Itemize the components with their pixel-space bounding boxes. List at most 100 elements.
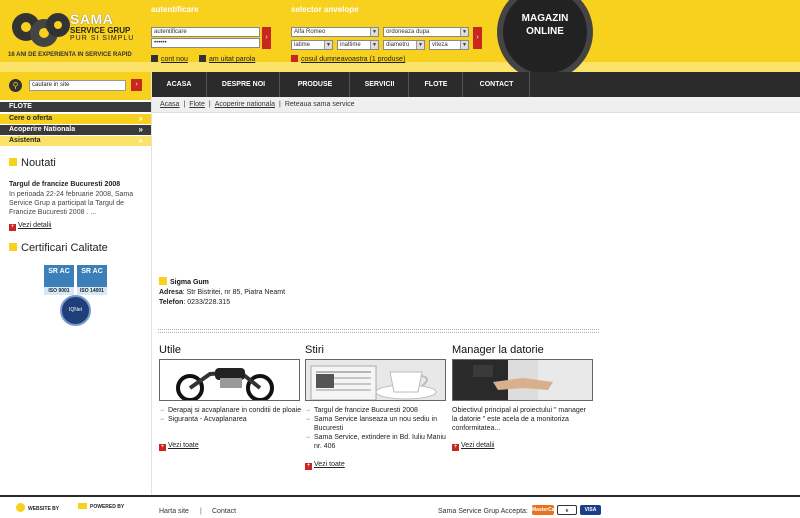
tab-flote[interactable]: FLOTE	[410, 72, 463, 97]
arrow-right-icon: ›	[476, 34, 479, 41]
iqnet-badge: IQNet	[60, 295, 91, 326]
news-details-link[interactable]: + Vezi detalii	[9, 222, 51, 231]
utile-more-link[interactable]: + Vezi toate	[159, 442, 199, 451]
cart-icon	[291, 55, 298, 62]
password-field[interactable]: ••••••	[151, 38, 260, 48]
breadcrumb-current: Reteaua sama service	[284, 101, 355, 108]
utile-title: Utile	[159, 344, 182, 356]
iso-9001-badge: SR AC ISO 9001	[44, 265, 74, 295]
list-item[interactable]: Sama Service, extindere in Bd. Iuliu Man…	[305, 433, 450, 451]
sidebar-heading-flote: FLOTE	[0, 102, 151, 112]
chevron-right-icon: »	[138, 114, 143, 123]
sidebar-item-asistenta[interactable]: Asistenta»	[0, 136, 151, 146]
search-tires-button[interactable]: ›	[473, 27, 482, 49]
footer-separator: |	[200, 508, 202, 515]
website-by-badge[interactable]: WEBSITE BY	[16, 503, 59, 515]
branch-phone: Telefon: 0233/228.315	[159, 299, 231, 306]
site-search: ⚲ cautare in site ›	[0, 72, 151, 100]
coffee-newspaper-image[interactable]	[305, 359, 446, 401]
divider	[158, 329, 599, 330]
mastercard-icon: MasterCard	[532, 505, 560, 515]
stiri-title: Stiri	[305, 344, 324, 356]
sidebar-item-acoperire[interactable]: Acoperire Nationala»	[0, 125, 151, 135]
width-select[interactable]: latime ▼	[291, 40, 333, 50]
search-icon: ⚲	[9, 79, 22, 92]
plus-icon: +	[305, 463, 312, 470]
lock-icon	[199, 55, 206, 62]
breadcrumb-coverage[interactable]: Acoperire nationala	[215, 101, 275, 108]
plus-icon: +	[9, 224, 16, 231]
arrow-right-icon: ›	[135, 81, 138, 88]
logo-wheels-icon	[12, 13, 70, 47]
manager-details-link[interactable]: + Vezi detalii	[452, 442, 494, 451]
chevron-down-icon: ▼	[460, 41, 468, 49]
diameter-select[interactable]: diametru ▼	[383, 40, 425, 50]
news-body: In perioada 22-24 februarie 2008, Sama S…	[9, 191, 134, 216]
username-field[interactable]: autentificare	[151, 27, 260, 37]
brand-select[interactable]: Alfa Romeo ▼	[291, 27, 379, 37]
search-input[interactable]: cautare in site	[29, 80, 126, 91]
chevron-down-icon: ▼	[416, 41, 424, 49]
visa-icon: VISA	[580, 505, 601, 515]
branch-name: Sigma Gum	[159, 277, 209, 286]
lock-icon	[151, 55, 158, 62]
column-divider	[151, 72, 152, 495]
site-footer: WEBSITE BY POWERED BY Harta site | Conta…	[0, 497, 800, 518]
tab-servicii[interactable]: SERVICII	[351, 72, 409, 97]
brand-tagline: PUR SI SIMPLU	[70, 35, 135, 42]
tab-contact[interactable]: CONTACT	[464, 72, 530, 97]
tab-produse[interactable]: PRODUSE	[281, 72, 350, 97]
arrow-right-icon: ›	[265, 34, 268, 41]
manager-description: Obiectivul principal al proiectului " ma…	[452, 407, 586, 432]
login-button[interactable]: ›	[262, 27, 271, 49]
square-bullet-icon	[9, 243, 17, 251]
tab-acasa[interactable]: ACASA	[152, 72, 207, 97]
auth-label: autentificare	[151, 5, 199, 14]
main-navigation: ACASA DESPRE NOI PRODUSE SERVICII FLOTE …	[152, 72, 800, 97]
speed-select[interactable]: viteza ▼	[429, 40, 469, 50]
branch-address: Adresa: Str Bistritei, nr 85, Piatra Nea…	[159, 289, 286, 296]
tab-despre-noi[interactable]: DESPRE NOI	[208, 72, 280, 97]
manager-title: Manager la datorie	[452, 344, 544, 356]
utile-list: Derapaj si acvaplanare in conditii de pl…	[159, 406, 304, 424]
news-headline[interactable]: Targul de francize Bucuresti 2008	[9, 181, 120, 188]
powered-by-badge[interactable]: POWERED BY	[78, 503, 124, 515]
stiri-more-link[interactable]: + Vezi toate	[305, 461, 345, 470]
stiri-list: Targul de francize Bucuresti 2008 Sama S…	[305, 406, 450, 451]
list-item[interactable]: Siguranta - Acvaplanarea	[159, 415, 304, 424]
breadcrumb-flote[interactable]: Flote	[189, 101, 205, 108]
iso-14001-badge: SR AC ISO 14001	[77, 265, 107, 295]
search-button[interactable]: ›	[131, 79, 142, 91]
breadcrumb-home[interactable]: Acasa	[160, 101, 179, 108]
chevron-down-icon: ▼	[324, 41, 332, 49]
plus-icon: +	[159, 444, 166, 451]
list-item[interactable]: Derapaj si acvaplanare in conditii de pl…	[159, 406, 304, 415]
list-item[interactable]: Sama Service lanseaza un nou sediu in Bu…	[305, 415, 450, 433]
shop-label-line1: MAGAZIN	[521, 13, 569, 24]
handshake-image[interactable]	[452, 359, 593, 401]
header-band	[0, 62, 800, 72]
left-sidebar: ⚲ cautare in site › FLOTE Cere o oferta»…	[0, 72, 151, 495]
sitemap-link[interactable]: Harta site	[159, 508, 189, 515]
list-item[interactable]: Targul de francize Bucuresti 2008	[305, 406, 450, 415]
chevron-down-icon: ▼	[370, 41, 378, 49]
brand-name: SAMA	[70, 11, 114, 27]
forgot-password-link[interactable]: am uitat parola	[199, 55, 255, 63]
height-select[interactable]: inaltime ▼	[337, 40, 379, 50]
new-account-link[interactable]: cont nou	[151, 55, 188, 63]
motorcycle-image[interactable]	[159, 359, 300, 401]
sidebar-item-cere-oferta[interactable]: Cere o oferta»	[0, 114, 151, 124]
site-logo[interactable]: SAMA SERVICE GRUP PUR SI SIMPLU 16 ANI D…	[8, 9, 150, 59]
tire-selector-label: selector anvelope	[291, 5, 359, 14]
cart-link[interactable]: cosul dumneavoastra (1 produse)	[291, 55, 405, 63]
quality-title: Certificari Calitate	[9, 242, 108, 254]
payment-accepts-label: Sama Service Grup Accepta:	[438, 508, 528, 515]
square-bullet-icon	[159, 277, 167, 285]
card-e-icon: e	[557, 505, 577, 515]
footer-contact-link[interactable]: Contact	[212, 508, 236, 515]
site-header: SAMA SERVICE GRUP PUR SI SIMPLU 16 ANI D…	[0, 0, 800, 80]
powered-logo-icon	[78, 503, 87, 509]
sort-select[interactable]: ordoneaza dupa ▼	[383, 27, 469, 37]
shop-label-line2: ONLINE	[526, 26, 564, 37]
breadcrumb: Acasa | Flote | Acoperire nationala | Reteaua …	[160, 101, 355, 108]
